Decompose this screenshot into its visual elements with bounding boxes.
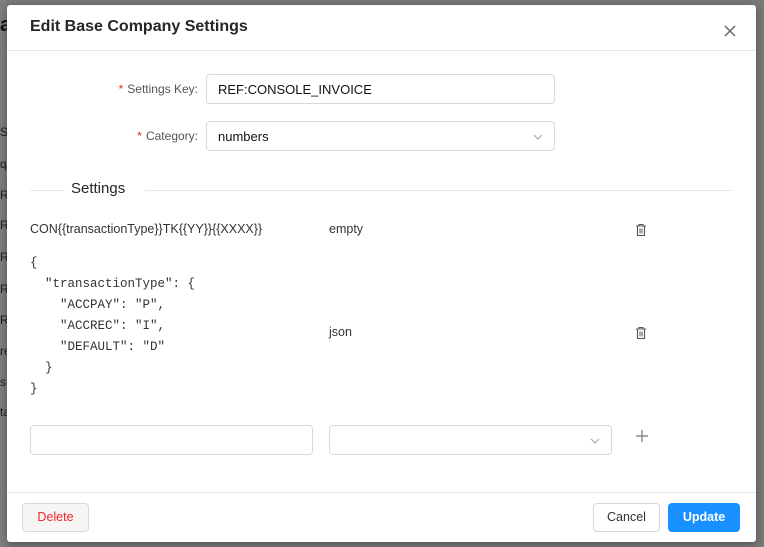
category-row: * Category: numbers [7, 121, 756, 153]
delete-button[interactable]: Delete [22, 503, 89, 532]
background-text: R [0, 313, 7, 327]
background-text: ta [0, 405, 7, 419]
settings-key-input[interactable]: REF:CONSOLE_INVOICE [206, 74, 555, 104]
setting-key-text: CON{{transactionType}}TK{{YY}}{{XXXX}} [30, 222, 263, 236]
background-text: R [0, 188, 7, 202]
trash-icon[interactable] [635, 326, 647, 340]
background-text: R [0, 250, 7, 264]
cancel-button[interactable]: Cancel [593, 503, 660, 532]
update-button[interactable]: Update [668, 503, 740, 532]
background-text: s [0, 375, 6, 389]
divider-line [30, 190, 64, 191]
modal-footer: Delete Cancel Update [7, 492, 756, 542]
new-setting-type-select[interactable] [329, 425, 612, 455]
category-value: numbers [218, 129, 269, 144]
background-text: a [0, 14, 7, 36]
divider-line [145, 190, 732, 191]
trash-icon[interactable] [635, 223, 647, 237]
setting-json-text: { "transactionType": { "ACCPAY": "P", "A… [30, 256, 196, 396]
background-text: S [0, 125, 7, 139]
category-label: * Category: [137, 129, 198, 143]
chevron-down-icon [590, 438, 600, 444]
category-select[interactable]: numbers [206, 121, 555, 151]
modal-header: Edit Base Company Settings [7, 5, 756, 51]
settings-key-label: * Settings Key: [118, 82, 198, 96]
close-icon [724, 25, 736, 37]
close-button[interactable] [718, 19, 742, 43]
background-text: R [0, 218, 7, 232]
setting-type-text: json [329, 325, 352, 339]
modal-title: Edit Base Company Settings [30, 18, 248, 35]
background-text: R [0, 282, 7, 296]
background-text: q [0, 157, 7, 171]
required-marker: * [137, 129, 142, 143]
chevron-down-icon [533, 134, 543, 140]
new-setting-key-input[interactable] [30, 425, 313, 455]
setting-type-text: empty [329, 222, 364, 236]
edit-settings-modal: Edit Base Company Settings * Settings Key… [7, 5, 756, 542]
background-text: re [0, 344, 7, 358]
settings-key-row: * Settings Key: REF:CONSOLE_INVOICE [7, 74, 756, 106]
plus-icon[interactable] [635, 429, 649, 443]
settings-heading: Settings [71, 180, 126, 197]
background-page: a S q R R R R R re s ta [0, 0, 7, 547]
settings-divider: Settings [30, 180, 732, 200]
required-marker: * [118, 82, 124, 96]
